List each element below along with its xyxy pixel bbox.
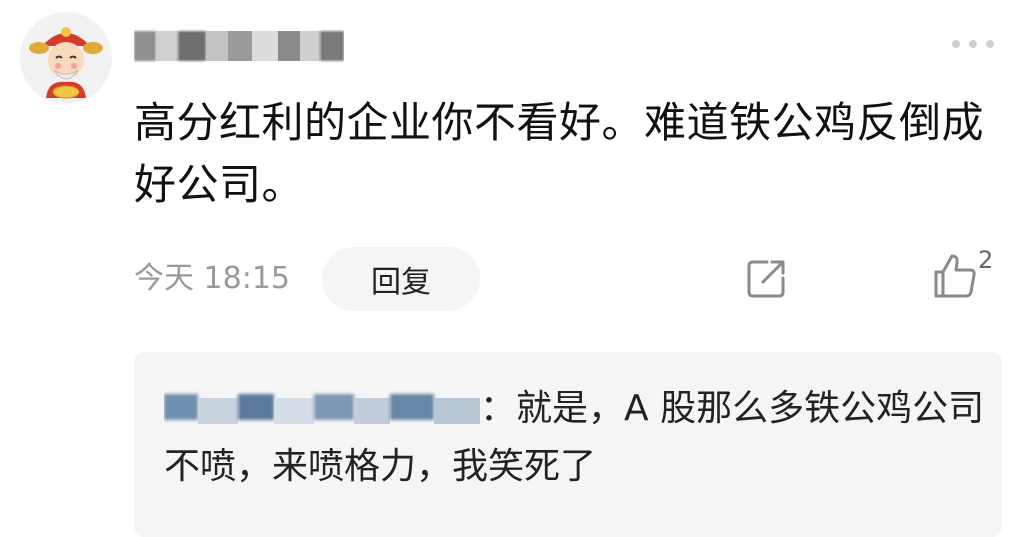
comment-timestamp: 今天 18:15 <box>134 261 290 296</box>
avatar-image <box>20 12 112 104</box>
comment-text: 高分红利的企业你不看好。难道铁公鸡反倒成好公司。 <box>134 98 985 209</box>
thumbs-up-icon[interactable] <box>930 252 978 300</box>
reply-button[interactable]: 回复 <box>322 247 480 311</box>
more-icon[interactable] <box>952 36 1004 52</box>
reply-text: ：就是，A 股那么多铁公鸡公司不喷，来喷格力，我笑死了 <box>164 388 985 487</box>
more-dot <box>952 40 960 48</box>
more-dot <box>986 40 994 48</box>
like-count: 2 <box>978 246 994 274</box>
more-dot <box>969 40 977 48</box>
avatar[interactable] <box>20 12 112 104</box>
share-icon[interactable] <box>745 256 789 300</box>
username-blurred[interactable] <box>134 27 344 63</box>
